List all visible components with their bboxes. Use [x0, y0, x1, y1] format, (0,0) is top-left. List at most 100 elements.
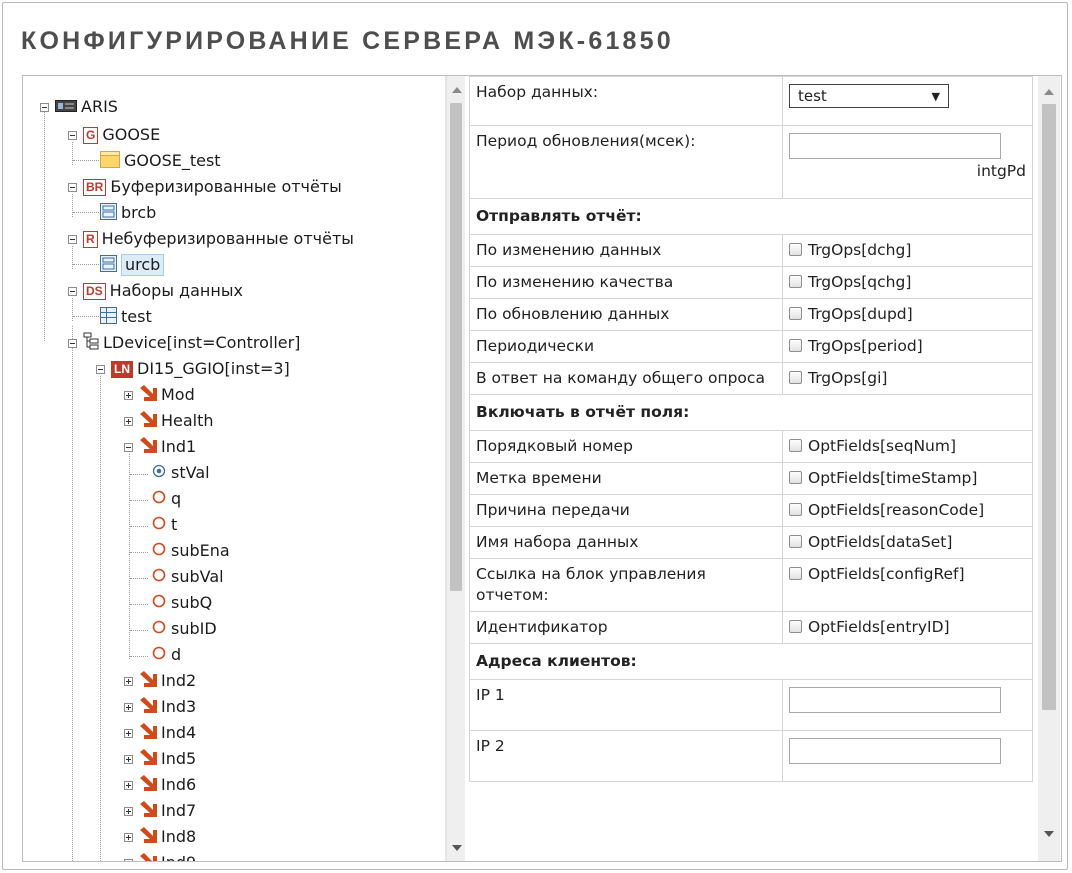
opt-field-option[interactable]: OptFields[reasonCode]: [782, 494, 1033, 527]
tree-label: Ind6: [161, 775, 197, 794]
checkbox[interactable]: [789, 620, 802, 633]
tree-node-ldevice[interactable]: LDevice[inst=Controller]: [68, 330, 300, 356]
logical-node-badge-icon: LN: [111, 360, 133, 378]
expand-toggle[interactable]: [124, 858, 133, 861]
tree-node-do-ind2[interactable]: Ind2: [124, 668, 196, 694]
tree-node-do-mod[interactable]: Mod: [124, 382, 195, 408]
tree-node-attribute[interactable]: q: [151, 486, 181, 512]
ip2-input[interactable]: [789, 738, 1001, 764]
tree-node-brcb[interactable]: brcb: [100, 200, 156, 226]
opt-field-row: Метка времени OptFields[timeStamp]: [469, 462, 1033, 495]
expand-toggle[interactable]: [124, 754, 133, 764]
tree-node-unbuffered-reports[interactable]: R Небуферизированные отчёты: [68, 226, 354, 252]
trigger-option[interactable]: TrgOps[gi]: [782, 362, 1033, 395]
checkbox[interactable]: [789, 439, 802, 452]
checkbox[interactable]: [789, 503, 802, 516]
expand-toggle[interactable]: [124, 728, 133, 738]
expand-toggle[interactable]: [124, 832, 133, 842]
server-icon: [55, 98, 77, 117]
tree-scroll-thumb[interactable]: [450, 103, 462, 591]
tree-node-do-health[interactable]: Health: [124, 408, 214, 434]
expand-toggle[interactable]: [124, 702, 133, 712]
tree-node-attribute[interactable]: stVal: [151, 460, 210, 486]
expand-toggle[interactable]: [124, 806, 133, 816]
tree-node-attribute[interactable]: d: [151, 642, 181, 668]
config-panel: ARIS G GOOSE GOOSE_test BR Буферизирован…: [22, 75, 1062, 862]
checkbox[interactable]: [789, 243, 802, 256]
tree-node-datasets[interactable]: DS Наборы данных: [68, 278, 243, 304]
option-label: TrgOps[period]: [808, 337, 923, 355]
trigger-option[interactable]: TrgOps[qchg]: [782, 266, 1033, 299]
collapse-toggle[interactable]: [40, 102, 49, 112]
tree-node-attribute[interactable]: subID: [151, 616, 217, 642]
collapse-toggle[interactable]: [68, 338, 77, 348]
scroll-up-arrow-icon[interactable]: [449, 82, 465, 96]
checkbox[interactable]: [789, 471, 802, 484]
form-scroll-thumb[interactable]: [1042, 104, 1056, 710]
trigger-row: По изменению данных TrgOps[dchg]: [469, 234, 1033, 267]
collapse-toggle[interactable]: [96, 364, 105, 374]
tree-label: Ind4: [161, 723, 197, 742]
checkbox[interactable]: [789, 275, 802, 288]
tree-node-buffered-reports[interactable]: BR Буферизированные отчёты: [68, 174, 342, 200]
checkbox[interactable]: [789, 339, 802, 352]
tree-node-goose[interactable]: G GOOSE: [68, 122, 160, 148]
tree-node-do-ind9[interactable]: Ind9: [124, 850, 196, 861]
expand-toggle[interactable]: [124, 416, 133, 426]
opt-field-option[interactable]: OptFields[dataSet]: [782, 526, 1033, 559]
ip1-input[interactable]: [789, 687, 1001, 713]
report-control-icon: [100, 202, 117, 224]
tree-node-logical-node[interactable]: LN DI15_GGIO[inst=3]: [96, 356, 290, 382]
tree-node-aris[interactable]: ARIS: [40, 94, 118, 120]
trigger-row: По изменению качества TrgOps[qchg]: [469, 266, 1033, 299]
scroll-down-arrow-icon[interactable]: [449, 840, 465, 854]
collapse-toggle[interactable]: [124, 442, 133, 452]
period-unit: intgPd: [976, 162, 1026, 180]
tree-node-do-ind8[interactable]: Ind8: [124, 824, 196, 850]
checkbox[interactable]: [789, 371, 802, 384]
collapse-toggle[interactable]: [68, 286, 77, 296]
tree-node-do-ind3[interactable]: Ind3: [124, 694, 196, 720]
trigger-option[interactable]: TrgOps[dupd]: [782, 298, 1033, 331]
opt-field-option[interactable]: OptFields[entryID]: [782, 611, 1033, 644]
tree-node-do-ind6[interactable]: Ind6: [124, 772, 196, 798]
checkbox[interactable]: [789, 567, 802, 580]
tree-node-dataset-test[interactable]: test: [100, 304, 152, 330]
period-label: Период обновления(мсек):: [469, 125, 783, 199]
expand-toggle[interactable]: [124, 780, 133, 790]
expand-toggle[interactable]: [124, 676, 133, 686]
tree-label-selected: urcb: [121, 254, 165, 276]
report-control-icon: [100, 254, 117, 276]
dataset-row: Набор данных: test ▼: [469, 76, 1033, 126]
scroll-down-arrow-icon[interactable]: [1041, 826, 1057, 840]
period-input[interactable]: [789, 133, 1001, 159]
tree-node-goose-test[interactable]: GOOSE_test: [100, 148, 221, 174]
collapse-toggle[interactable]: [68, 130, 77, 140]
trigger-option[interactable]: TrgOps[period]: [782, 330, 1033, 363]
collapse-toggle[interactable]: [68, 182, 77, 192]
scroll-up-arrow-icon[interactable]: [1041, 84, 1057, 98]
tree-node-attribute[interactable]: subVal: [151, 564, 224, 590]
tree-connector: [130, 526, 148, 527]
expand-toggle[interactable]: [124, 390, 133, 400]
attribute-circle-icon: [151, 619, 167, 639]
tree-node-attribute[interactable]: t: [151, 512, 177, 538]
checkbox[interactable]: [789, 535, 802, 548]
opt-field-option[interactable]: OptFields[timeStamp]: [782, 462, 1033, 495]
dataset-select[interactable]: test ▼: [789, 84, 949, 108]
tree-node-do-ind4[interactable]: Ind4: [124, 720, 196, 746]
tree-node-do-ind5[interactable]: Ind5: [124, 746, 196, 772]
tree-connector: [73, 160, 99, 161]
tree-node-do-ind7[interactable]: Ind7: [124, 798, 196, 824]
tree-node-attribute[interactable]: subEna: [151, 538, 230, 564]
tree-node-do-ind1[interactable]: Ind1: [124, 434, 196, 460]
checkbox[interactable]: [789, 307, 802, 320]
trigger-option[interactable]: TrgOps[dchg]: [782, 234, 1033, 267]
tree-node-attribute[interactable]: subQ: [151, 590, 212, 616]
opt-field-option[interactable]: OptFields[seqNum]: [782, 430, 1033, 463]
collapse-toggle[interactable]: [68, 234, 77, 244]
trigger-label: Периодически: [469, 330, 783, 363]
opt-field-option[interactable]: OptFields[configRef]: [782, 558, 1033, 612]
tree-node-urcb[interactable]: urcb: [100, 252, 165, 278]
attribute-circle-icon: [151, 645, 167, 665]
